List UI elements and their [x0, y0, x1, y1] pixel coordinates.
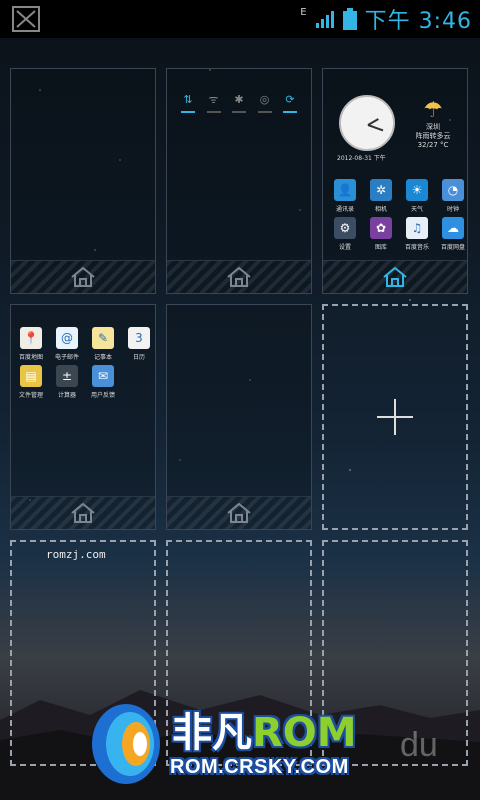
tile3-app-4[interactable]: ⚙ 设置 [327, 217, 363, 251]
app-icon: ± [56, 365, 78, 387]
romzj-text: romzj.com [46, 548, 106, 561]
app-label: 记事本 [93, 354, 112, 361]
app-icon: ✉ [92, 365, 114, 387]
home-icon[interactable] [70, 502, 96, 524]
app-icon: 📍 [20, 327, 42, 349]
screen-preview-3[interactable]: 2012-08-31 下午 ☂ 深圳 阵雨转多云 32/27 °C 👤 通讯录 ✲ 相… [322, 68, 468, 294]
add-screen-tile[interactable] [322, 304, 468, 530]
watermark-logo: 非凡ROM du ROM.CRSKY.COM [88, 698, 468, 794]
home-icon[interactable] [226, 502, 252, 524]
app-icon: ☁ [442, 217, 464, 239]
toggle-indicator [283, 111, 297, 113]
toggle-indicator [257, 111, 272, 113]
logo-swirl-icon [92, 704, 160, 784]
app-label: 百度音乐 [404, 244, 429, 251]
app-label: 时钟 [446, 206, 459, 213]
bluetooth-toggle-icon: ✱ [234, 93, 244, 106]
app-label: 天气 [410, 206, 423, 213]
app-icon: ✿ [370, 217, 392, 239]
watermark-title: 非凡ROM [172, 710, 357, 756]
tile3-app-0[interactable]: 👤 通讯录 [327, 179, 363, 213]
data-toggle-icon: ⇅ [183, 93, 193, 106]
app-label: 相机 [374, 206, 387, 213]
network-type-label: E [300, 6, 307, 18]
app-icon: ✲ [370, 179, 392, 201]
toggle-indicator [181, 111, 195, 113]
app-icon: ▤ [20, 365, 42, 387]
screen-preview-2[interactable]: ⇅ ᯤ ✱ ◎ ⟳ [166, 68, 312, 294]
weather-city: 深圳 [426, 123, 440, 131]
watermark-du: du [400, 726, 438, 764]
app-icon: ⚙ [334, 217, 356, 239]
app-label: 日历 [132, 354, 145, 361]
app-label: 文件管理 [18, 392, 43, 399]
app-label: 通讯录 [335, 206, 354, 213]
sync-toggle[interactable]: ⟳ [281, 93, 299, 113]
status-bar: E 下午 3:46 [0, 0, 480, 38]
home-icon[interactable] [226, 266, 252, 288]
battery-icon [342, 8, 357, 30]
tile4-app-6[interactable]: ✉ 用户反馈 [85, 365, 121, 399]
debug-icon [12, 6, 40, 32]
bluetooth-toggle[interactable]: ✱ [230, 93, 248, 113]
tile3-app-2[interactable]: ☀ 天气 [399, 179, 435, 213]
app-label: 图库 [374, 244, 387, 251]
watermark-url: ROM.CRSKY.COM [170, 756, 349, 778]
signal-icon [315, 11, 334, 28]
wifi-toggle-icon: ᯤ [208, 93, 219, 106]
screen-preview-4[interactable]: 📍 百度地图 @ 电子邮件 ✎ 记事本 3 日历 ▤ 文件管理 ± 计算器 ✉ 用户反馈 [10, 304, 156, 530]
tile3-app-6[interactable]: ♫ 百度音乐 [399, 217, 435, 251]
app-grid: 📍 百度地图 @ 电子邮件 ✎ 记事本 3 日历 ▤ 文件管理 ± 计算器 ✉ 用户反馈 [13, 327, 157, 399]
app-label: 百度网盘 [440, 244, 465, 251]
app-icon: ☀ [406, 179, 428, 201]
app-icon: 👤 [334, 179, 356, 201]
brightness-toggle[interactable]: ◎ [256, 93, 274, 113]
app-label: 计算器 [57, 392, 76, 399]
weather-widget: ☂ 深圳 阵雨转多云 32/27 °C [409, 99, 457, 150]
app-icon: @ [56, 327, 78, 349]
tile3-app-5[interactable]: ✿ 图库 [363, 217, 399, 251]
weather-temp: 32/27 °C [417, 141, 449, 149]
brightness-toggle-icon: ◎ [259, 93, 270, 106]
app-grid: 👤 通讯录 ✲ 相机 ☀ 天气 ◔ 时钟 ⚙ 设置 ✿ 图库 ♫ 百度音乐 ☁ 百度网盘 [327, 179, 471, 251]
app-label: 百度地图 [18, 354, 43, 361]
add-screen-plus-icon[interactable] [377, 399, 413, 435]
status-time: 下午 3:46 [364, 9, 472, 34]
weather-desc: 阵雨转多云 [415, 132, 451, 140]
weather-icon: ☂ [423, 98, 443, 123]
tile4-app-1[interactable]: @ 电子邮件 [49, 327, 85, 361]
tile4-app-2[interactable]: ✎ 记事本 [85, 327, 121, 361]
app-icon: 3 [128, 327, 150, 349]
app-icon: ✎ [92, 327, 114, 349]
toggle-indicator [206, 111, 221, 113]
clock-date: 2012-08-31 下午 [337, 155, 386, 162]
tile4-app-5[interactable]: ± 计算器 [49, 365, 85, 399]
tile3-app-3[interactable]: ◔ 时钟 [435, 179, 471, 213]
tile4-app-0[interactable]: 📍 百度地图 [13, 327, 49, 361]
tile4-app-3[interactable]: 3 日历 [121, 327, 157, 361]
tile3-app-1[interactable]: ✲ 相机 [363, 179, 399, 213]
home-icon-active[interactable] [382, 266, 408, 288]
app-label: 设置 [338, 244, 351, 251]
app-label: 用户反馈 [90, 392, 115, 399]
app-label: 电子邮件 [54, 354, 79, 361]
app-icon: ♫ [406, 217, 428, 239]
set-home-bar[interactable] [11, 496, 155, 529]
data-toggle[interactable]: ⇅ [179, 93, 197, 113]
screen-preview-1[interactable] [10, 68, 156, 294]
set-home-bar[interactable] [323, 260, 467, 293]
app-icon: ◔ [442, 179, 464, 201]
home-icon[interactable] [70, 266, 96, 288]
tile3-app-7[interactable]: ☁ 百度网盘 [435, 217, 471, 251]
set-home-bar[interactable] [167, 260, 311, 293]
analog-clock [339, 95, 395, 151]
screen-preview-5[interactable] [166, 304, 312, 530]
wifi-toggle[interactable]: ᯤ [205, 93, 223, 113]
tile4-app-4[interactable]: ▤ 文件管理 [13, 365, 49, 399]
power-control-widget: ⇅ ᯤ ✱ ◎ ⟳ [179, 93, 299, 113]
set-home-bar[interactable] [11, 260, 155, 293]
toggle-indicator [232, 111, 246, 113]
sync-toggle-icon: ⟳ [285, 93, 295, 106]
set-home-bar[interactable] [167, 496, 311, 529]
